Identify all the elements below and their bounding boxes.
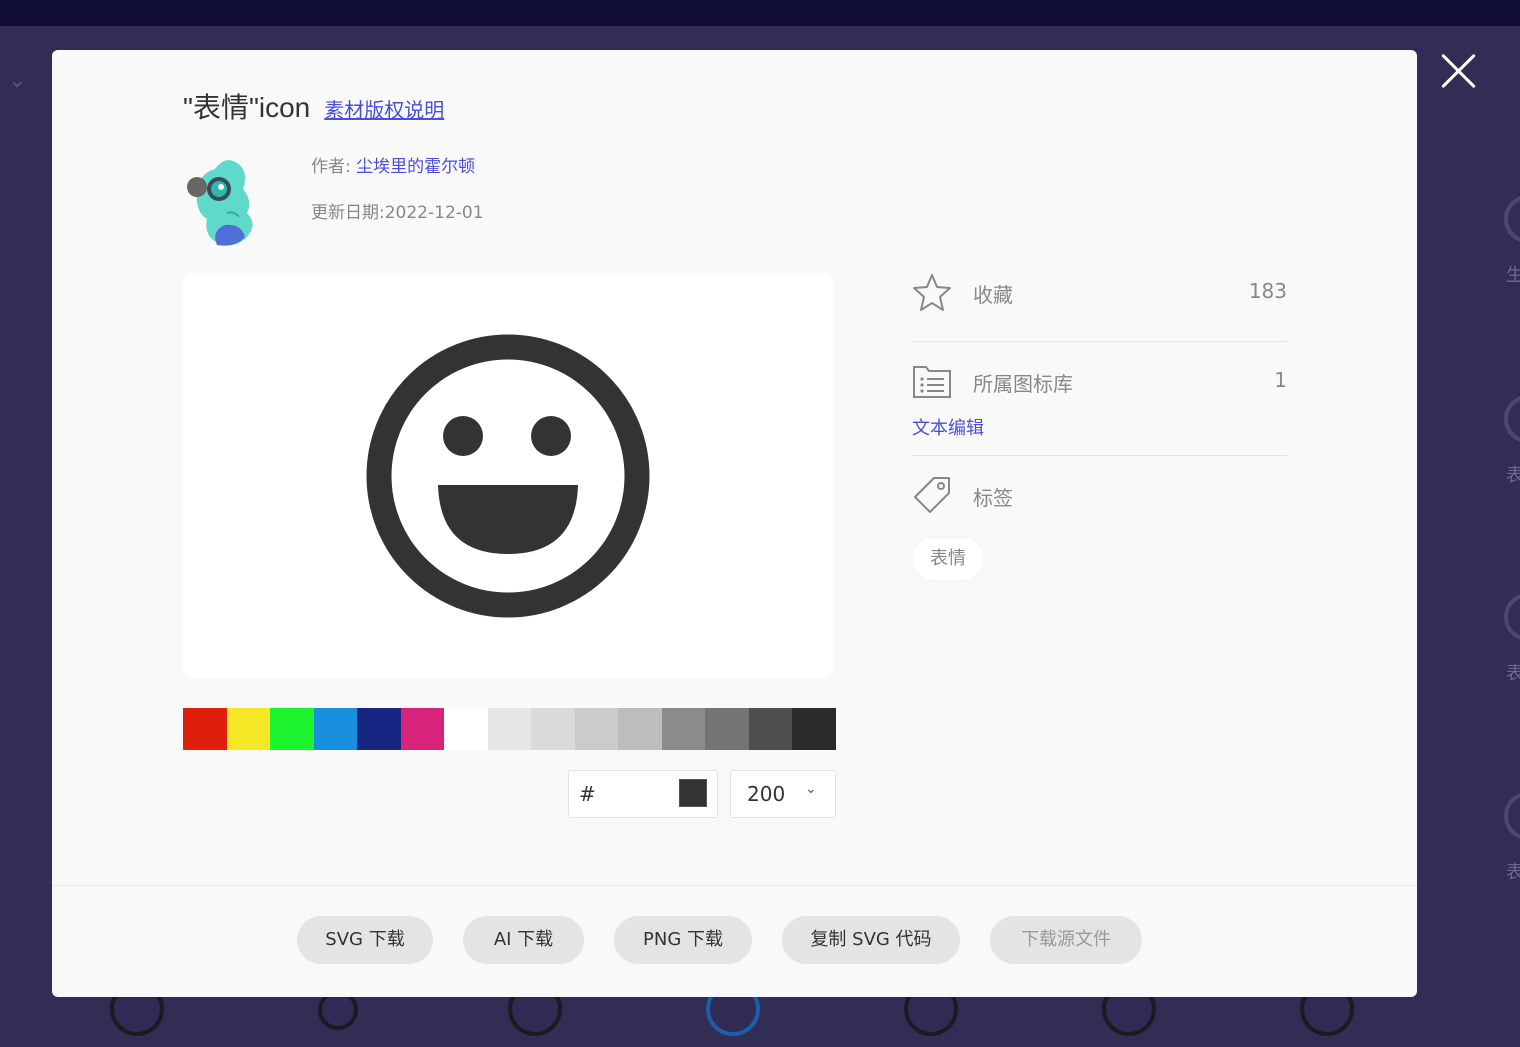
top-navbar [0, 0, 1520, 26]
title-row: "表情"icon 素材版权说明 [183, 86, 444, 126]
background-label: 表 [1506, 862, 1520, 883]
icon-detail-modal: "表情"icon 素材版权说明 作者: 尘埃里的霍尔顿 更新日期:2022-12… [52, 50, 1417, 997]
size-select[interactable]: 200 ⌄ [730, 770, 836, 818]
hex-prefix: # [579, 782, 596, 806]
tags-row: 标签 [912, 475, 1287, 515]
update-date-row: 更新日期:2022-12-01 [311, 200, 484, 226]
background-icon [1504, 195, 1520, 243]
icon-info-panel: 收藏 183 所属图标库 1 文本编辑 标签 表情 [912, 272, 1287, 580]
tag-icon [914, 477, 950, 513]
color-swatch[interactable] [444, 708, 488, 750]
author-label: 作者: [311, 157, 351, 177]
tags-label: 标签 [973, 486, 1013, 510]
background-card: 表 [1460, 593, 1520, 685]
background-card: 表 [1460, 792, 1520, 884]
background-label: 表情 [1506, 465, 1520, 486]
download-source-button: 下载源文件 [990, 916, 1142, 964]
library-row: 所属图标库 1 [912, 361, 1287, 401]
background-card: 生 [1460, 195, 1520, 287]
library-list-icon [913, 366, 951, 398]
color-swatch[interactable] [270, 708, 314, 750]
close-icon[interactable] [1438, 50, 1480, 92]
smiley-face-icon [366, 334, 650, 618]
color-swatch[interactable] [792, 708, 836, 750]
author-avatar[interactable] [183, 153, 279, 249]
color-swatches [183, 708, 836, 750]
icon-title: "表情"icon [183, 92, 311, 123]
library-count: 1 [1274, 368, 1287, 392]
library-name-link[interactable]: 文本编辑 [912, 417, 1287, 441]
favorite-label: 收藏 [973, 283, 1013, 307]
favorite-row[interactable]: 收藏 183 [912, 272, 1287, 312]
ai-download-button[interactable]: AI 下载 [463, 916, 584, 964]
chevron-down-icon: ⌄ [805, 781, 817, 797]
hex-color-input[interactable] [599, 779, 673, 809]
divider [912, 341, 1287, 342]
update-date-value: 2022-12-01 [384, 203, 484, 223]
color-swatch[interactable] [313, 708, 357, 750]
icon-preview [183, 273, 834, 678]
size-value: 200 [747, 782, 786, 806]
author-info: 作者: 尘埃里的霍尔顿 更新日期:2022-12-01 [311, 154, 484, 226]
background-icon [1504, 593, 1520, 641]
color-swatch[interactable] [618, 708, 662, 750]
background-label: 生 [1506, 265, 1520, 286]
color-picker-button[interactable] [679, 779, 707, 807]
background-label: 表 [1506, 663, 1520, 684]
copy-svg-code-button[interactable]: 复制 SVG 代码 [782, 916, 960, 964]
hex-color-field[interactable]: # [568, 770, 718, 818]
background-chevron-icon: ⌄ [8, 68, 27, 93]
color-swatch[interactable] [574, 708, 618, 750]
background-card: 表情 [1460, 395, 1520, 487]
footer-divider [52, 885, 1417, 886]
author-name-link[interactable]: 尘埃里的霍尔顿 [356, 157, 475, 177]
tag-chip[interactable]: 表情 [912, 538, 984, 580]
color-swatch[interactable] [226, 708, 270, 750]
svg-download-button[interactable]: SVG 下载 [297, 916, 433, 964]
color-swatch[interactable] [183, 708, 227, 750]
divider [912, 455, 1287, 456]
png-download-button[interactable]: PNG 下载 [614, 916, 752, 964]
color-swatch[interactable] [661, 708, 705, 750]
copyright-link[interactable]: 素材版权说明 [324, 94, 444, 123]
background-icon [1504, 395, 1520, 443]
color-swatch[interactable] [357, 708, 401, 750]
color-swatch[interactable] [531, 708, 575, 750]
color-swatch[interactable] [400, 708, 444, 750]
author-row: 作者: 尘埃里的霍尔顿 [311, 154, 484, 180]
color-swatch[interactable] [487, 708, 531, 750]
background-icon [1504, 792, 1520, 840]
library-label: 所属图标库 [973, 372, 1073, 396]
color-swatch[interactable] [705, 708, 749, 750]
star-icon[interactable] [912, 272, 952, 312]
update-date-label: 更新日期: [311, 203, 385, 223]
favorite-count: 183 [1248, 279, 1287, 303]
color-swatch[interactable] [748, 708, 792, 750]
